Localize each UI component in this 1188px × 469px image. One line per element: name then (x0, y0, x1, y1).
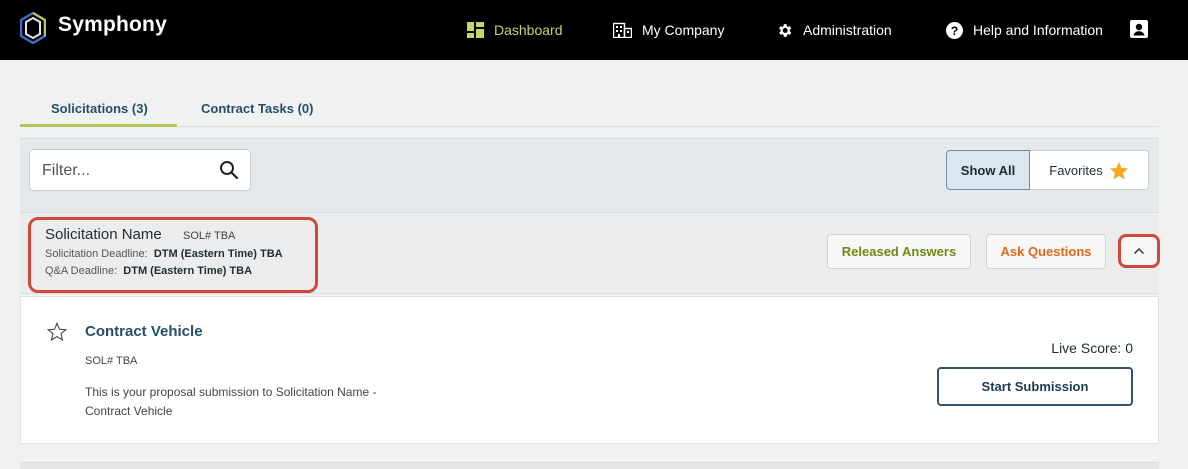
ask-questions-button[interactable]: Ask Questions (986, 234, 1106, 269)
active-tab-indicator (20, 124, 177, 127)
nav-dashboard[interactable]: Dashboard (467, 20, 563, 40)
qa-deadline: Q&A Deadline: DTM (Eastern Time) TBA (45, 265, 252, 277)
qa-deadline-label: Q&A Deadline: (45, 265, 118, 277)
nav-administration[interactable]: Administration (776, 20, 892, 40)
star-outline-icon[interactable] (47, 322, 67, 341)
nav-my-company-label: My Company (642, 22, 725, 38)
chevron-up-icon (1133, 247, 1145, 255)
user-icon[interactable] (1130, 20, 1148, 38)
dashboard-icon (467, 22, 484, 38)
filter-box (29, 149, 251, 191)
svg-text:?: ? (951, 24, 958, 38)
top-nav-bar: Symphony Dashboard My Company Administra… (0, 0, 1188, 60)
show-all-button[interactable]: Show All (946, 150, 1030, 190)
favorites-button[interactable]: Favorites (1030, 150, 1149, 190)
symphony-logo-icon[interactable] (20, 12, 46, 44)
search-icon[interactable] (219, 160, 239, 180)
solicitation-deadline-value: DTM (Eastern Time) TBA (153, 248, 283, 260)
gear-icon (779, 23, 792, 37)
start-submission-button[interactable]: Start Submission (937, 367, 1133, 406)
card-title[interactable]: Contract Vehicle (85, 323, 203, 340)
live-score: Live Score: 0 (1051, 340, 1133, 356)
star-filled-icon (1109, 161, 1128, 180)
solicitation-deadline-label: Solicitation Deadline: (45, 248, 148, 260)
tab-contract-tasks[interactable]: Contract Tasks (0) (201, 101, 313, 116)
solicitation-number: SOL# TBA (183, 230, 236, 242)
nav-help[interactable]: ? Help and Information (946, 20, 1103, 40)
nav-administration-label: Administration (803, 22, 892, 38)
card-description: This is your proposal submission to Soli… (85, 385, 377, 418)
brand-name[interactable]: Symphony (58, 13, 167, 37)
solicitation-deadline: Solicitation Deadline: DTM (Eastern Time… (45, 248, 283, 260)
collapse-button[interactable] (1118, 234, 1160, 268)
tabs-divider (20, 126, 1159, 127)
nav-dashboard-label: Dashboard (494, 22, 563, 38)
qa-deadline-value: DTM (Eastern Time) TBA (123, 265, 253, 277)
help-circle-icon: ? (946, 21, 963, 39)
filter-input[interactable] (40, 159, 214, 183)
card-solicitation-number: SOL# TBA (85, 355, 138, 367)
favorites-label: Favorites (1049, 162, 1103, 178)
solicitation-name: Solicitation Name (45, 226, 162, 243)
nav-my-company[interactable]: My Company (613, 20, 724, 40)
tab-solicitations[interactable]: Solicitations (3) (51, 101, 148, 116)
nav-help-label: Help and Information (973, 22, 1103, 38)
released-answers-button[interactable]: Released Answers (827, 234, 971, 269)
building-icon (613, 22, 632, 38)
